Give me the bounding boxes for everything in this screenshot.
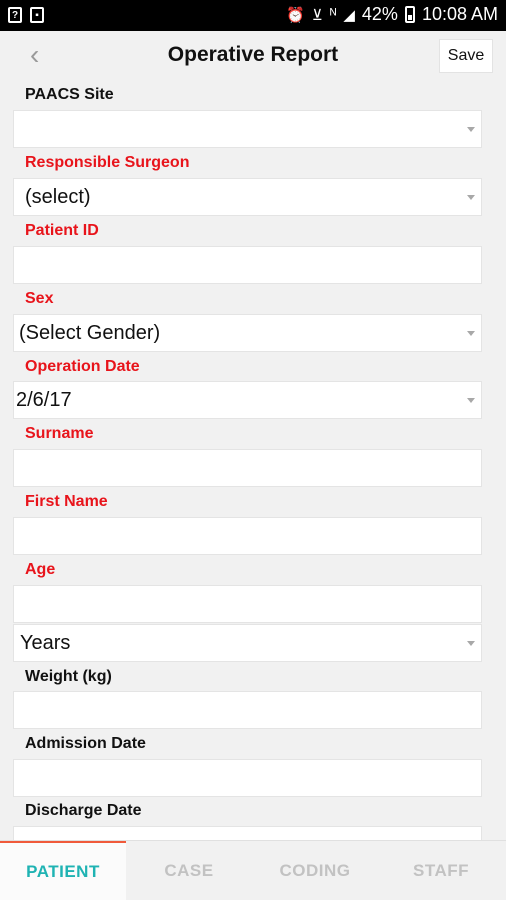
chevron-down-icon (467, 127, 475, 132)
paacs-site-label: PAACS Site (25, 86, 114, 103)
first-name-label: First Name (25, 493, 108, 510)
chevron-down-icon (467, 641, 475, 646)
tab-case[interactable]: CASE (126, 841, 252, 900)
discharge-date-label: Discharge Date (25, 802, 142, 819)
responsible-surgeon-value: (select) (25, 186, 91, 208)
responsible-surgeon-select[interactable]: (select) (13, 178, 482, 216)
save-button[interactable]: Save (439, 39, 493, 73)
sex-value: (Select Gender) (19, 322, 161, 344)
chevron-down-icon (467, 195, 475, 200)
status-right: ⏰ ⊻ ᴺ ◢ 42% 10:08 AM (286, 4, 498, 25)
sex-select[interactable]: (Select Gender) (13, 314, 482, 352)
admission-date-input[interactable] (13, 759, 482, 797)
age-label: Age (25, 561, 56, 578)
age-unit-value: Years (20, 632, 71, 654)
clock: 10:08 AM (421, 4, 498, 24)
chevron-down-icon (467, 398, 475, 403)
age-unit-select[interactable]: Years (13, 624, 482, 662)
battery-icon (404, 6, 415, 23)
responsible-surgeon-label: Responsible Surgeon (25, 154, 190, 171)
image-icon: ▪ (30, 7, 44, 23)
operation-date-value: 2/6/17 (16, 389, 72, 411)
operation-date-picker[interactable]: 2/6/17 (13, 381, 482, 419)
notification-icon: ? (8, 7, 22, 23)
signal-icon: ◢ (343, 6, 355, 24)
surname-label: Surname (25, 425, 94, 442)
patient-id-label: Patient ID (25, 222, 99, 239)
tab-staff[interactable]: STAFF (378, 841, 504, 900)
chevron-down-icon (467, 331, 475, 336)
battery-percent: 42% (361, 4, 398, 24)
first-name-input[interactable] (13, 517, 482, 555)
age-input[interactable] (13, 585, 482, 623)
page-title: Operative Report (167, 43, 339, 66)
weight-label: Weight (kg) (25, 668, 112, 685)
status-left-icons: ? ▪ (8, 7, 44, 23)
operation-date-label: Operation Date (25, 358, 140, 375)
surname-input[interactable] (13, 449, 482, 487)
status-bar: ? ▪ ⏰ ⊻ ᴺ ◢ 42% 10:08 AM (0, 0, 506, 31)
bottom-tab-bar: PATIENT CASE CODING STAFF (0, 840, 506, 900)
tab-coding[interactable]: CODING (252, 841, 378, 900)
sex-label: Sex (25, 290, 54, 307)
weight-input[interactable] (13, 691, 482, 729)
no-sim-icon: ᴺ (329, 6, 337, 23)
paacs-site-select[interactable] (13, 110, 482, 148)
patient-id-input[interactable] (13, 246, 482, 284)
app-header: ‹ Operative Report Save (0, 31, 506, 81)
tab-patient[interactable]: PATIENT (0, 841, 126, 900)
alarm-icon: ⏰ (286, 6, 305, 24)
admission-date-label: Admission Date (25, 735, 146, 752)
wifi-icon: ⊻ (311, 6, 323, 24)
